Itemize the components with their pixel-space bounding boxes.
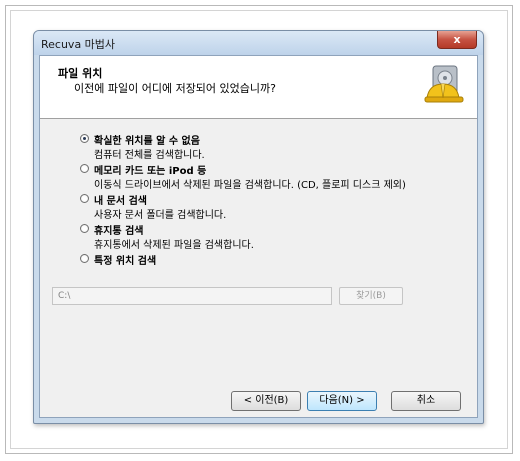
option-label: 휴지통 검색: [94, 226, 144, 237]
option-label: 확실한 위치를 알 수 없음: [94, 136, 200, 147]
back-button[interactable]: < 이전(B): [231, 391, 301, 411]
browse-button[interactable]: 찾기(B): [339, 287, 403, 305]
option-unknown-location[interactable]: 확실한 위치를 알 수 없음 컴퓨터 전체를 검색합니다.: [80, 132, 440, 162]
location-path-input[interactable]: C:\: [52, 287, 332, 305]
option-description: 사용자 문서 폴더를 검색합니다.: [94, 210, 227, 221]
option-label: 메모리 카드 또는 iPod 등: [94, 166, 207, 177]
wizard-window: Recuva 마법사 x 파일 위치 이전에 파일이 어디에 저장되어 있었습니…: [33, 30, 484, 424]
radio-specific-location[interactable]: [80, 254, 89, 263]
recuva-hardhat-icon: [424, 65, 464, 103]
wizard-footer: < 이전(B) 다음(N) > 취소: [39, 381, 478, 419]
option-description: 컴퓨터 전체를 검색합니다.: [94, 150, 205, 161]
radio-memory-card[interactable]: [80, 164, 89, 173]
wizard-client: 파일 위치 이전에 파일이 어디에 저장되어 있었습니까? 확실한 위치를 알 …: [39, 55, 478, 418]
option-my-documents[interactable]: 내 문서 검색 사용자 문서 폴더를 검색합니다.: [80, 192, 440, 222]
option-label: 내 문서 검색: [94, 196, 147, 207]
page-subtitle: 이전에 파일이 어디에 저장되어 있었습니까?: [74, 82, 276, 95]
cancel-button[interactable]: 취소: [391, 391, 461, 411]
option-memory-card[interactable]: 메모리 카드 또는 iPod 등 이동식 드라이브에서 삭제된 파일을 검색합니…: [80, 162, 440, 192]
wizard-header: 파일 위치 이전에 파일이 어디에 저장되어 있었습니까?: [40, 56, 477, 119]
radio-recycle-bin[interactable]: [80, 224, 89, 233]
radio-unknown-location[interactable]: [80, 134, 89, 143]
option-recycle-bin[interactable]: 휴지통 검색 휴지통에서 삭제된 파일을 검색합니다.: [80, 222, 440, 252]
window-title: Recuva 마법사: [41, 38, 116, 51]
title-bar: Recuva 마법사 x: [34, 31, 483, 55]
option-description: 이동식 드라이브에서 삭제된 파일을 검색합니다. (CD, 플로피 디스크 제…: [94, 180, 406, 191]
close-button[interactable]: x: [437, 31, 477, 49]
close-icon: x: [453, 33, 461, 46]
next-button[interactable]: 다음(N) >: [307, 391, 377, 411]
radio-my-documents[interactable]: [80, 194, 89, 203]
option-description: 휴지통에서 삭제된 파일을 검색합니다.: [94, 240, 254, 251]
page-title: 파일 위치: [58, 67, 103, 80]
option-specific-location[interactable]: 특정 위치 검색: [80, 252, 440, 282]
option-label: 특정 위치 검색: [94, 256, 157, 267]
